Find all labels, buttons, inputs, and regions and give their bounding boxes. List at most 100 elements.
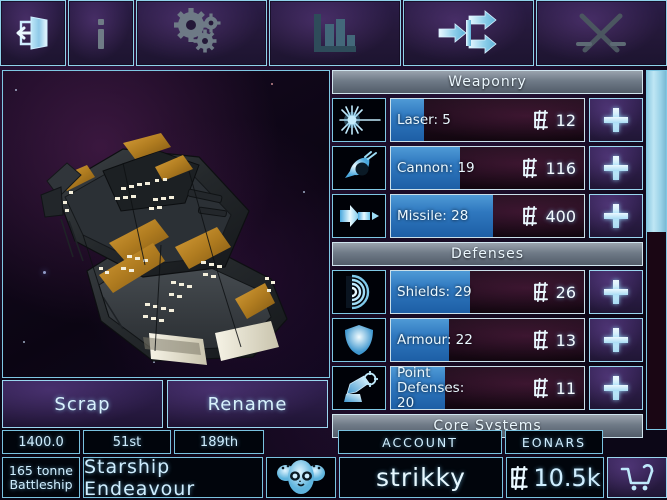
eonar-currency-icon [521, 158, 540, 178]
info-button[interactable] [68, 0, 134, 66]
shield-waves-icon [346, 274, 370, 310]
upgrade-bar-armour[interactable]: Armour: 22 13 [390, 318, 585, 362]
item-cost: 116 [476, 147, 576, 189]
item-cost-value: 26 [555, 282, 576, 302]
laser-burst-icon-cell[interactable] [332, 98, 386, 142]
ship-name[interactable]: Starship Endeavour [83, 456, 263, 500]
item-label: Cannon: 19 [397, 159, 475, 176]
item-cost: 400 [476, 195, 576, 237]
item-cost-value: 116 [545, 158, 576, 178]
upgrade-row-missile: Missile: 28 400 [332, 194, 643, 238]
upgrade-bar-cannon[interactable]: Cannon: 19 116 [390, 146, 585, 190]
upgrade-bar-laser[interactable]: Laser: 5 12 [390, 98, 585, 142]
account-header: ACCOUNT [338, 430, 502, 454]
eonar-currency-icon [509, 465, 531, 490]
add-cannon-button[interactable] [589, 146, 643, 190]
section-header-defenses: Defenses [332, 242, 643, 266]
crossed-swords-icon [572, 8, 630, 58]
scrollbar-thumb[interactable] [647, 71, 666, 233]
exit-button[interactable] [0, 0, 66, 66]
add-shields-button[interactable] [589, 270, 643, 314]
rank-local: 51st [83, 430, 171, 454]
eonar-currency-icon [532, 378, 551, 398]
rank-global: 189th [174, 430, 264, 454]
item-cost-value: 400 [545, 206, 576, 226]
shield-waves-icon-cell[interactable] [332, 270, 386, 314]
eonar-currency-icon [532, 110, 551, 130]
status-bottom-row: 165 tonne Battleship Starship Endeavour [2, 456, 667, 500]
exit-door-icon [13, 13, 53, 53]
item-label: Shields: 29 [397, 283, 472, 300]
game-window: Scrap Rename Weaponry Laser: 5 12 Cannon… [0, 0, 667, 500]
upgrade-bar-shields[interactable]: Shields: 29 26 [390, 270, 585, 314]
item-cost: 11 [476, 367, 576, 409]
section-header-weaponry: Weaponry [332, 70, 643, 94]
add-armour-button[interactable] [589, 318, 643, 362]
item-cost-value: 11 [555, 378, 576, 398]
upgrade-row-laser: Laser: 5 12 [332, 98, 643, 142]
currency-header: EONARS [505, 430, 603, 454]
item-cost-value: 12 [555, 110, 576, 130]
rename-button[interactable]: Rename [167, 380, 328, 428]
currency-amount: 10.5k [506, 457, 604, 498]
upgrade-row-point-defenses: Point Defenses: 20 11 [332, 366, 643, 410]
account-name: strikky [339, 457, 503, 498]
plus-icon [603, 107, 629, 133]
item-label: Laser: 5 [397, 111, 451, 128]
status-top-row: 1400.0 51st 189th ACCOUNT EONARS [2, 430, 664, 454]
missile-icon [340, 205, 379, 227]
add-point-defenses-button[interactable] [589, 366, 643, 410]
eonar-currency-icon [532, 282, 551, 302]
eonar-currency-icon [521, 206, 540, 226]
ship-class: 165 tonne Battleship [2, 457, 80, 498]
shopping-cart-icon [620, 463, 654, 490]
scrap-button[interactable]: Scrap [2, 380, 163, 428]
stat-value: 1400.0 [2, 430, 80, 454]
item-label: Armour: 22 [397, 331, 473, 348]
fleet-button[interactable] [402, 0, 534, 66]
missile-icon-cell[interactable] [332, 194, 386, 238]
upgrade-bar-point-defenses[interactable]: Point Defenses: 20 11 [390, 366, 585, 410]
settings-button[interactable] [136, 0, 268, 66]
currency-amount-value: 10.5k [533, 463, 601, 492]
plus-icon [603, 203, 629, 229]
plus-icon [603, 375, 629, 401]
add-laser-button[interactable] [589, 98, 643, 142]
top-toolbar [0, 0, 667, 66]
branching-arrows-icon [433, 8, 503, 58]
item-cost: 13 [476, 319, 576, 361]
item-label: Missile: 28 [397, 207, 469, 224]
plus-icon [603, 155, 629, 181]
shop-button[interactable] [607, 457, 667, 498]
item-cost: 26 [476, 271, 576, 313]
bar-chart-icon [306, 8, 364, 58]
upgrade-row-cannon: Cannon: 19 116 [332, 146, 643, 190]
gears-icon [171, 8, 233, 58]
avatar[interactable] [266, 457, 336, 498]
alien-face-avatar [277, 459, 325, 494]
turret-target-icon [344, 371, 378, 402]
add-missile-button[interactable] [589, 194, 643, 238]
cannon-shell-icon-cell[interactable] [332, 146, 386, 190]
cannon-shell-icon [345, 151, 377, 178]
upgrade-panel: Weaponry Laser: 5 12 Cannon: 19 116 Miss… [332, 70, 643, 438]
stats-button[interactable] [269, 0, 401, 66]
right-scrollbar[interactable] [646, 70, 667, 430]
upgrade-bar-missile[interactable]: Missile: 28 400 [390, 194, 585, 238]
info-icon [83, 13, 119, 53]
item-cost-value: 13 [555, 330, 576, 350]
item-label: Point Defenses: 20 [397, 366, 465, 410]
shield-icon [345, 325, 373, 355]
battleship-render [40, 133, 288, 365]
ship-viewport[interactable] [2, 70, 330, 378]
item-cost: 12 [476, 99, 576, 141]
turret-target-icon-cell[interactable] [332, 366, 386, 410]
ship-actions: Scrap Rename [2, 380, 328, 428]
upgrade-row-armour: Armour: 22 13 [332, 318, 643, 362]
ship-class-weight: 165 tonne [9, 462, 73, 478]
upgrade-row-shields: Shields: 29 26 [332, 270, 643, 314]
shield-icon-cell[interactable] [332, 318, 386, 362]
laser-burst-icon [339, 105, 381, 135]
combat-button[interactable] [535, 0, 667, 66]
plus-icon [603, 279, 629, 305]
